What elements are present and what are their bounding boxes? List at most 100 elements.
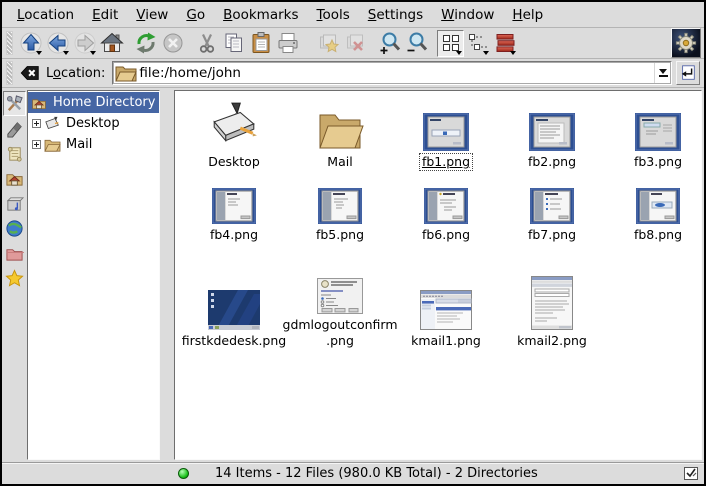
toolbar-grip[interactable] [6,31,13,55]
file-label[interactable]: fb5.png [314,227,366,243]
file-item-fb7[interactable]: fb7.png [499,184,605,243]
sidebar-root-folder-button[interactable] [3,241,26,266]
window-screenshot-thumbnail [420,290,472,330]
location-input[interactable] [137,65,654,81]
clear-location-button[interactable] [17,61,43,85]
forward-button[interactable] [71,30,98,57]
tree-item-desktop[interactable]: Desktop [28,113,159,134]
menu-edit[interactable]: Edit [83,4,127,26]
copy-button[interactable] [220,30,247,57]
zoom-out-button[interactable] [403,30,430,57]
menu-settings[interactable]: Settings [359,4,432,26]
home-button[interactable] [98,30,125,57]
menu-bookmarks[interactable]: Bookmarks [214,4,307,26]
file-label[interactable]: kmail1.png [409,333,483,349]
menu-help[interactable]: Help [503,4,552,26]
sidebar-services-button[interactable] [3,191,26,216]
file-item-fb8[interactable]: fb8.png [605,184,702,243]
file-item-kmail2[interactable]: kmail2.png [499,274,605,349]
forward-dropdown-caret[interactable] [90,51,96,55]
expand-plus-icon[interactable] [32,119,41,128]
reload-button[interactable] [132,30,159,57]
file-item-gdmlogoutconfirm[interactable]: gdmlogoutconfirm.png [287,258,393,348]
expand-plus-icon[interactable] [32,140,41,149]
network-globe-icon [5,219,24,238]
go-button[interactable] [676,61,700,85]
file-item-firstkdedesk[interactable]: firstkdedesk.png [181,274,287,349]
file-label[interactable]: fb3.png [632,154,684,170]
menu-go[interactable]: Go [177,4,214,26]
file-item-kmail1[interactable]: kmail1.png [393,274,499,349]
tree-view-dropdown-caret[interactable] [483,51,489,55]
location-dropdown-button[interactable] [654,62,671,84]
sidebar-tools-button[interactable] [3,91,26,116]
tree-item-mail[interactable]: Mail [28,134,159,155]
menu-view[interactable]: View [127,4,177,26]
sidebar-bookmark-nib-button[interactable] [3,116,26,141]
file-label[interactable]: fb1.png [420,154,472,170]
screenshot-thumbnail [635,113,681,151]
file-item-fb3[interactable]: fb3.png [605,99,702,170]
linked-view-checkbox-icon[interactable] [684,467,698,480]
file-item-fb4[interactable]: fb4.png [181,184,287,243]
file-label[interactable]: gdmlogoutconfirm.png [281,317,400,348]
sidebar-history-button[interactable] [3,141,26,166]
back-dropdown-caret[interactable] [63,51,69,55]
file-row: firstkdedesk.png [181,258,701,348]
up-dropdown-caret[interactable] [36,51,42,55]
remove-images-button[interactable] [342,30,369,57]
file-label[interactable]: fb7.png [526,227,578,243]
screenshot-thumbnail [529,113,575,151]
file-label[interactable]: Mail [325,154,354,170]
file-label[interactable]: fb4.png [208,227,260,243]
folder-icon [44,137,61,152]
zoom-in-button[interactable] [376,30,403,57]
panel-splitter[interactable] [160,90,174,460]
file-item-desktop[interactable]: Desktop [181,99,287,170]
paste-button[interactable] [247,30,274,57]
cut-button[interactable] [193,30,220,57]
copy-icon [222,31,246,55]
back-button[interactable] [44,30,71,57]
print-icon [276,31,300,55]
tree-view-button[interactable] [464,30,491,57]
home-folder-icon [30,95,48,111]
detail-view-dropdown-caret[interactable] [510,51,516,55]
file-item-fb2[interactable]: fb2.png [499,99,605,170]
tree-item-label: Mail [64,136,94,153]
icon-view-dropdown-caret[interactable] [456,51,462,55]
file-label[interactable]: kmail2.png [515,333,589,349]
sidebar-bookmarks-button[interactable] [3,266,26,291]
file-item-fb5[interactable]: fb5.png [287,184,393,243]
bookmarks-star-icon [5,269,24,288]
file-label[interactable]: fb2.png [526,154,578,170]
tree-item-home-directory[interactable]: Home Directory [28,92,159,113]
services-icon [5,194,24,213]
location-toolbar-grip[interactable] [6,61,13,85]
history-scroll-icon [5,144,24,163]
file-item-mail[interactable]: Mail [287,99,393,170]
tree-item-label: Desktop [64,115,122,132]
print-button[interactable] [274,30,301,57]
file-item-fb1[interactable]: fb1.png [393,99,499,170]
desktop-icon [44,116,61,131]
new-images-button[interactable] [315,30,342,57]
detail-view-button[interactable] [491,30,518,57]
sidebar-network-button[interactable] [3,216,26,241]
menu-tools[interactable]: Tools [308,4,359,26]
file-item-fb6[interactable]: fb6.png [393,184,499,243]
location-combobox[interactable] [112,61,672,85]
file-label[interactable]: fb8.png [632,227,684,243]
menu-location[interactable]: Location [8,4,83,26]
folder-tree-panel: Home Directory Desktop Mail [27,90,160,460]
file-label[interactable]: Desktop [206,154,262,170]
file-label[interactable]: fb6.png [420,227,472,243]
icon-view-button[interactable] [437,30,464,57]
up-button[interactable] [17,30,44,57]
file-icon-view[interactable]: Desktop Mail [174,90,702,460]
menu-window[interactable]: Window [432,4,503,26]
stop-button[interactable] [159,30,186,57]
sidebar-home-directory-button[interactable] [3,166,26,191]
clear-location-icon [19,62,41,84]
file-label[interactable]: firstkdedesk.png [180,333,288,349]
